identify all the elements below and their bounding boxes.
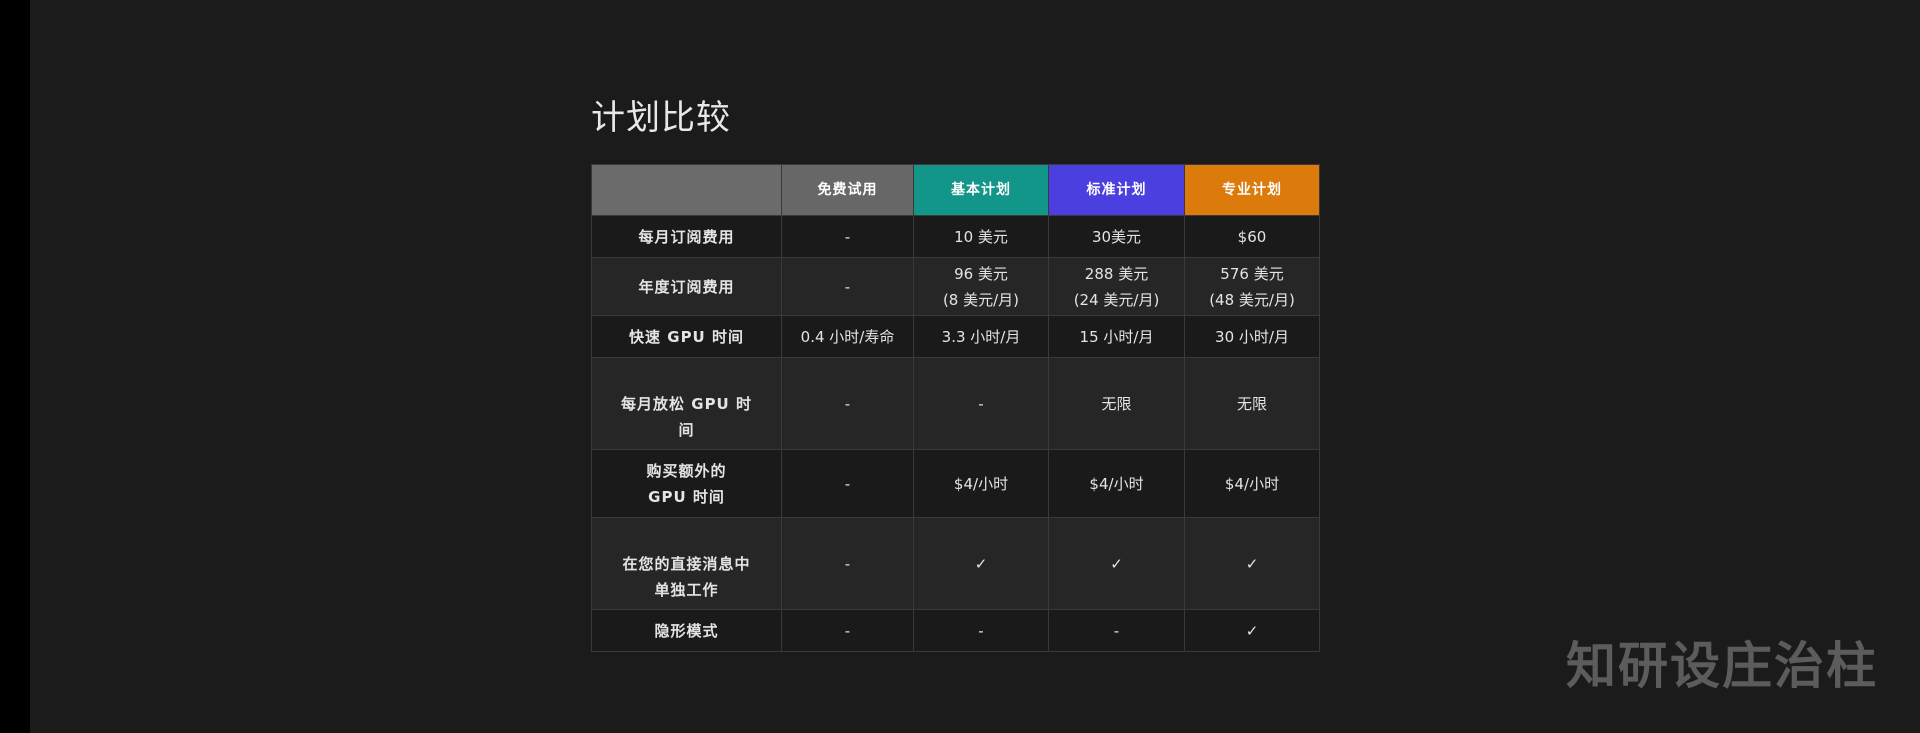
row-label-line: 年度订阅费用 [638,277,735,296]
row-label-line: 隐形模式 [654,621,719,640]
cell-relaxed-gpu-time-basic: - [913,357,1049,450]
row-label-extra-gpu-time: 购买额外的 GPU 时间 [591,449,782,518]
cell-dm-work-pro: ✓ [1184,517,1320,610]
cell-monthly-fee-basic: 10 美元 [913,215,1049,258]
cell-value: - [844,621,851,640]
cell-value: 30 小时/月 [1215,327,1289,346]
cell-stealth-mode-standard: - [1048,609,1185,652]
cell-fast-gpu-time-pro: 30 小时/月 [1184,315,1320,358]
row-label-line: 快速 GPU 时间 [629,327,744,346]
cell-value: 30美元 [1091,227,1142,246]
table-header-row: 免费试用 基本计划 标准计划 专业计划 [591,164,1320,216]
cell-stealth-mode-free: - [781,609,914,652]
row-label-dm-work: 在您的直接消息中 单独工作 [591,517,782,610]
row-label-monthly-fee: 每月订阅费用 [591,215,782,258]
cell-annual-fee-pro: 576 美元 (48 美元/月) [1184,257,1320,316]
page-title: 计划比较 [591,98,731,138]
cell-extra-gpu-time-basic: $4/小时 [913,449,1049,518]
cell-extra-gpu-time-pro: $4/小时 [1184,449,1320,518]
table-row-relaxed-gpu-time: 每月放松 GPU 时间 - - 无限 无限 [591,357,1320,450]
cell-value: - [844,227,851,246]
table-row-dm-work: 在您的直接消息中 单独工作 - ✓ ✓ ✓ [591,517,1320,610]
row-label-line: 单独工作 [654,580,719,599]
checkmark-icon: ✓ [1245,554,1259,573]
cell-value: 无限 [1236,394,1267,413]
cell-annual-fee-free: - [781,257,914,316]
cell-relaxed-gpu-time-pro: 无限 [1184,357,1320,450]
cell-value: $4/小时 [953,474,1009,493]
cell-stealth-mode-pro: ✓ [1184,609,1320,652]
cell-value: $4/小时 [1089,474,1144,493]
cell-value: 0.4 小时/寿命 [800,327,895,346]
plan-header-basic: 基本计划 [913,164,1049,216]
table-row-stealth-mode: 隐形模式 - - - ✓ [591,609,1320,652]
cell-value: 288 美元 [1084,264,1149,283]
cell-value: - [844,277,851,296]
cell-dm-work-standard: ✓ [1048,517,1185,610]
row-label-line: GPU 时间 [648,487,725,506]
cell-fast-gpu-time-standard: 15 小时/月 [1048,315,1185,358]
table-row-monthly-fee: 每月订阅费用 - 10 美元 30美元 $60 [591,215,1320,258]
cell-value: (48 美元/月) [1209,290,1295,309]
checkmark-icon: ✓ [1245,621,1259,640]
cell-monthly-fee-pro: $60 [1184,215,1320,258]
table-row-annual-fee: 年度订阅费用 - 96 美元 (8 美元/月) 288 美元 (24 美元/月) 576 美… [591,257,1320,316]
cell-value: $60 [1237,227,1267,246]
row-label-relaxed-gpu-time: 每月放松 GPU 时间 [591,357,782,450]
plan-header-standard: 标准计划 [1048,164,1185,216]
cell-monthly-fee-free: - [781,215,914,258]
row-label-line: 每月放松 GPU 时 [621,394,752,413]
cell-value: 3.3 小时/月 [941,327,1021,346]
cell-value: - [978,394,984,413]
left-edge-bar [0,0,30,733]
row-label-fast-gpu-time: 快速 GPU 时间 [591,315,782,358]
cell-value: (8 美元/月) [942,290,1020,309]
cell-stealth-mode-basic: - [913,609,1049,652]
cell-value: - [844,474,851,493]
cell-fast-gpu-time-free: 0.4 小时/寿命 [781,315,914,358]
row-label-line: 间 [678,420,695,439]
cell-value: - [978,621,984,640]
checkmark-icon: ✓ [1110,554,1123,573]
row-label-line: 每月订阅费用 [638,227,735,246]
table-row-fast-gpu-time: 快速 GPU 时间 0.4 小时/寿命 3.3 小时/月 15 小时/月 30 小时/月 [591,315,1320,358]
plan-comparison-section: 计划比较 免费试用 基本计划 标准计划 专业计划 每月订阅费用 - 10 美元 30美… [591,96,1320,652]
cell-relaxed-gpu-time-free: - [781,357,914,450]
row-label-line: 在您的直接消息中 [622,554,751,573]
row-label-annual-fee: 年度订阅费用 [591,257,782,316]
cell-value: 96 美元 [954,264,1008,283]
plan-header-pro: 专业计划 [1184,164,1320,216]
cell-value: - [844,394,851,413]
cell-value: $4/小时 [1224,474,1280,493]
cell-dm-work-basic: ✓ [913,517,1049,610]
cell-value: 576 美元 [1220,264,1284,283]
cell-extra-gpu-time-free: - [781,449,914,518]
cell-dm-work-free: - [781,517,914,610]
table-row-extra-gpu-time: 购买额外的 GPU 时间 - $4/小时 $4/小时 $4/小时 [591,449,1320,518]
header-corner-cell [591,164,782,216]
cell-relaxed-gpu-time-standard: 无限 [1048,357,1185,450]
watermark-text: 知研设庄治柱 [1566,637,1878,695]
cell-value: (24 美元/月) [1073,290,1160,309]
plan-comparison-table: 免费试用 基本计划 标准计划 专业计划 每月订阅费用 - 10 美元 30美元 $60 年… [591,164,1320,652]
cell-monthly-fee-standard: 30美元 [1048,215,1185,258]
cell-annual-fee-basic: 96 美元 (8 美元/月) [913,257,1049,316]
cell-value: 10 美元 [954,227,1008,246]
plan-header-free: 免费试用 [781,164,914,216]
row-label-stealth-mode: 隐形模式 [591,609,782,652]
cell-value: 无限 [1101,394,1132,413]
cell-fast-gpu-time-basic: 3.3 小时/月 [913,315,1049,358]
cell-extra-gpu-time-standard: $4/小时 [1048,449,1185,518]
cell-value: - [844,554,851,573]
cell-value: - [1113,621,1120,640]
checkmark-icon: ✓ [974,554,988,573]
cell-annual-fee-standard: 288 美元 (24 美元/月) [1048,257,1185,316]
cell-value: 15 小时/月 [1079,327,1154,346]
row-label-line: 购买额外的 [646,461,727,480]
